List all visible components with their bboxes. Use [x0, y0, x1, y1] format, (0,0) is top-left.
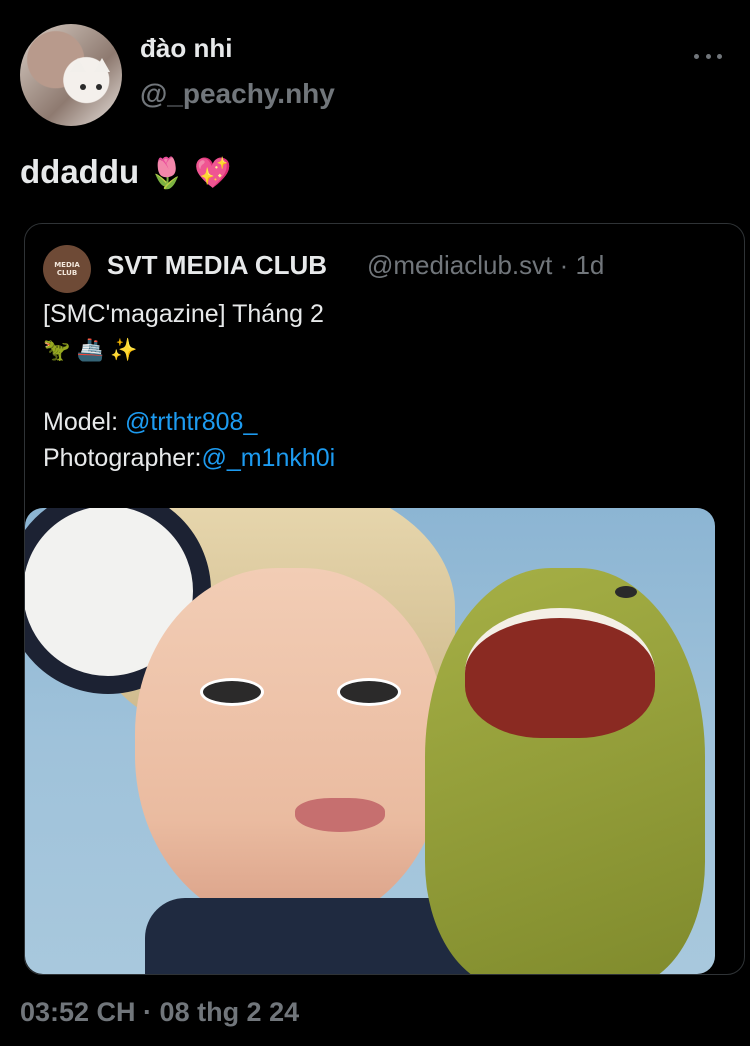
avatar-cat-ear	[94, 58, 110, 72]
tweet-timestamp[interactable]: 03:52 CH · 08 thg 2 24	[20, 997, 299, 1028]
tweet-text-content: ddaddu	[20, 153, 140, 190]
quoted-tweet-photo[interactable]	[25, 508, 715, 974]
dot	[705, 53, 711, 59]
photo-eye	[337, 678, 401, 706]
quoted-tweet-card[interactable]: MEDIA CLUB SVT MEDIA CLUB @mediaclub.svt…	[24, 223, 745, 975]
quoted-tweet-title: [SMC'magazine] Tháng 2	[43, 300, 324, 328]
quoted-tweet-emojis: 🦖 🚢 ✨	[43, 337, 138, 362]
author-handle[interactable]: @_peachy.nhy	[140, 78, 335, 110]
dot	[717, 53, 722, 59]
photo-dinosaur-eye	[615, 586, 637, 598]
photographer-line: Photographer:@_m1nkh0i	[43, 440, 335, 476]
model-mention-link[interactable]: @trthtr808_	[125, 408, 257, 436]
quoted-author-name[interactable]: SVT MEDIA CLUB	[107, 250, 327, 281]
tweet-emojis: 🌷 💖	[148, 157, 232, 190]
avatar-cat-ear	[70, 58, 86, 72]
author-display-name[interactable]: đào nhi	[140, 33, 232, 64]
photographer-label: Photographer:	[43, 444, 202, 472]
author-avatar[interactable]	[20, 24, 122, 126]
tweet-text: ddaddu 🌷 💖	[20, 153, 231, 191]
photo-face	[135, 568, 445, 928]
more-options-icon[interactable]	[694, 46, 722, 66]
quoted-avatar-text: MEDIA	[54, 261, 80, 269]
tweet-detail-page: đào nhi @_peachy.nhy ddaddu 🌷 💖 MEDIA CL…	[0, 0, 750, 1046]
avatar-cat-eye	[96, 84, 102, 90]
photo-mouth	[295, 798, 385, 832]
model-label: Model:	[43, 408, 125, 436]
avatar-cat-eye	[80, 84, 86, 90]
photo-dinosaur-mouth	[465, 608, 655, 738]
quoted-author-avatar[interactable]: MEDIA CLUB	[43, 245, 91, 293]
model-line: Model: @trthtr808_	[43, 404, 335, 440]
dot	[694, 53, 699, 59]
quoted-tweet-body: [SMC'magazine] Tháng 2 🦖 🚢 ✨ Model: @trt…	[43, 296, 335, 476]
quoted-author-handle-time[interactable]: @mediaclub.svt · 1d	[367, 250, 604, 281]
quoted-avatar-text: CLUB	[56, 269, 78, 277]
photographer-mention-link[interactable]: @_m1nkh0i	[201, 444, 335, 472]
photo-eye	[200, 678, 264, 706]
